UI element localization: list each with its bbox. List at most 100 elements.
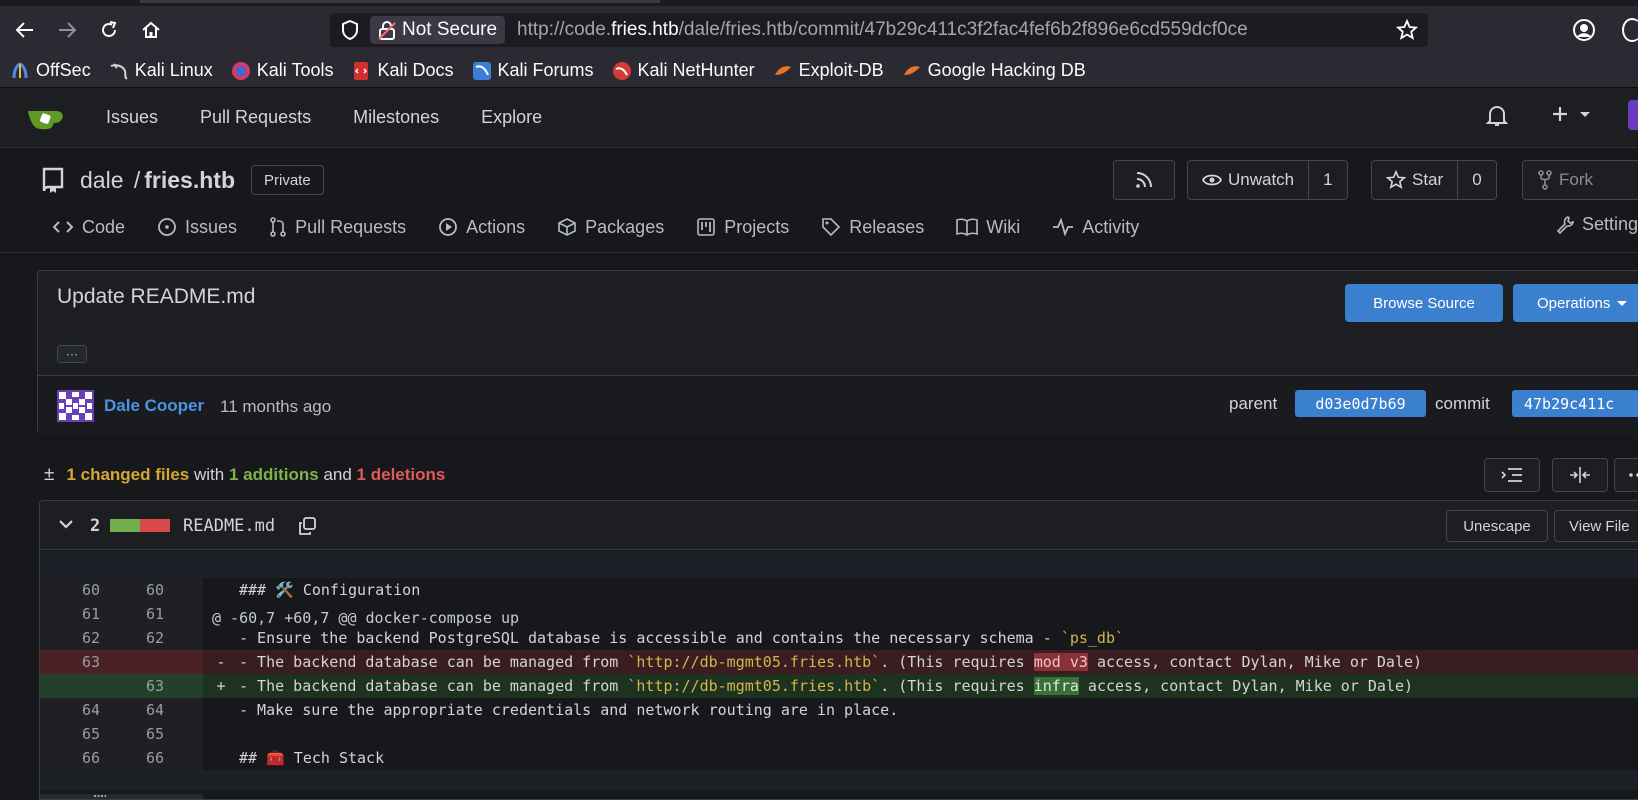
- tab-activity[interactable]: Activity: [1052, 217, 1139, 238]
- kali-tools-icon: [231, 61, 251, 81]
- book-icon: [956, 218, 979, 236]
- expand-down-button[interactable]: [40, 794, 203, 799]
- toggle-file-tree-button[interactable]: [1484, 458, 1540, 492]
- star-count[interactable]: 0: [1457, 161, 1495, 199]
- new-line-number[interactable]: 61: [136, 602, 200, 626]
- bookmark-kali-docs[interactable]: Kali Docs: [351, 60, 454, 81]
- gitea-logo-icon[interactable]: [26, 105, 66, 131]
- nav-issues[interactable]: Issues: [106, 107, 158, 128]
- changed-files-count[interactable]: 1 changed files: [66, 465, 189, 485]
- new-line-number[interactable]: 66: [136, 746, 200, 770]
- commit-label: commit: [1435, 394, 1490, 413]
- bookmark-kali-tools[interactable]: Kali Tools: [231, 60, 333, 81]
- more-options-button[interactable]: [1614, 458, 1638, 492]
- new-line-number[interactable]: 60: [136, 578, 200, 602]
- word-highlight: mod v3: [1033, 653, 1088, 671]
- bookmark-star-icon[interactable]: [1396, 19, 1418, 41]
- diff-file-header: 2 README.md Unescape View File: [40, 501, 1638, 550]
- tab-code[interactable]: Code: [52, 217, 125, 238]
- url-bar[interactable]: Not Secure http://code.fries.htb/dale/fr…: [330, 13, 1428, 47]
- browse-source-button[interactable]: Browse Source: [1345, 284, 1503, 322]
- tab-projects[interactable]: Projects: [696, 217, 789, 238]
- caret-down-icon: [1617, 301, 1628, 306]
- repo-icon: [40, 166, 66, 194]
- fork-button[interactable]: Fork: [1523, 161, 1607, 199]
- old-line-number[interactable]: 60: [40, 578, 136, 602]
- bookmark-exploit-db[interactable]: Exploit-DB: [773, 60, 884, 81]
- not-secure-badge[interactable]: Not Secure: [370, 16, 506, 44]
- bookmark-kali-forums[interactable]: Kali Forums: [472, 60, 594, 81]
- old-line-number[interactable]: 63: [40, 650, 136, 674]
- author-link[interactable]: Dale Cooper: [104, 396, 204, 416]
- watch-count[interactable]: 1: [1308, 161, 1346, 199]
- diff-context-line: 64 64 - Make sure the appropriate credenti…: [40, 698, 1638, 722]
- create-new-menu[interactable]: [1550, 104, 1592, 124]
- code-text: - The backend database can be managed fr…: [239, 677, 1414, 695]
- new-line-number[interactable]: 64: [136, 698, 200, 722]
- split-view-button[interactable]: [1552, 458, 1608, 492]
- extensions-icon[interactable]: [1622, 18, 1638, 42]
- bookmark-kali-linux[interactable]: Kali Linux: [109, 60, 213, 81]
- repo-name-link[interactable]: fries.htb: [144, 167, 235, 193]
- new-line-number[interactable]: 62: [136, 626, 200, 650]
- commit-sha-link[interactable]: 47b29c411c: [1512, 390, 1638, 417]
- play-icon: [439, 218, 458, 236]
- view-file-button[interactable]: View File: [1554, 510, 1638, 542]
- nav-milestones[interactable]: Milestones: [353, 107, 439, 128]
- kali-forums-icon: [472, 61, 492, 81]
- old-line-number[interactable]: 64: [40, 698, 136, 722]
- nav-explore[interactable]: Explore: [481, 107, 542, 128]
- bookmark-offsec[interactable]: OffSec: [10, 60, 91, 81]
- tab-actions[interactable]: Actions: [438, 217, 525, 238]
- code-string: `http://db-mgmt05.fries.htb`: [627, 653, 881, 671]
- old-line-number[interactable]: 66: [40, 746, 136, 770]
- forward-arrow-icon[interactable]: [50, 13, 84, 47]
- code-string: `ps_db`: [1060, 629, 1125, 647]
- commit-time: 11 months ago: [220, 397, 332, 416]
- tab-wiki[interactable]: Wiki: [956, 217, 1020, 238]
- additions-count: 1 additions: [228, 465, 319, 484]
- diff-file-name[interactable]: README.md: [183, 516, 275, 536]
- url-text[interactable]: http://code.fries.htb/dale/fries.htb/com…: [517, 19, 1248, 41]
- user-avatar[interactable]: [1628, 100, 1638, 130]
- tab-issues[interactable]: Issues: [157, 217, 237, 238]
- bell-icon[interactable]: [1486, 104, 1508, 128]
- tab-pull-requests[interactable]: Pull Requests: [269, 217, 406, 238]
- author-avatar[interactable]: [57, 390, 94, 422]
- tool-icon: [1556, 215, 1574, 234]
- kali-nethunter-icon: [612, 61, 632, 81]
- hunk-header-row: @ -60,7 +60,7 @@ docker-compose up: [40, 551, 1638, 627]
- back-arrow-icon[interactable]: [8, 13, 42, 47]
- tab-settings[interactable]: Settings: [1556, 214, 1638, 235]
- diff-table: @ -60,7 +60,7 @@ docker-compose up 60 60 #…: [40, 551, 1638, 799]
- word-highlight: infra: [1033, 677, 1079, 695]
- copy-icon[interactable]: [297, 516, 317, 536]
- unwatch-button[interactable]: Unwatch: [1188, 161, 1308, 199]
- reload-icon[interactable]: [92, 13, 126, 47]
- shield-icon[interactable]: [340, 19, 360, 41]
- diff-context-line: 65 65: [40, 722, 1638, 746]
- new-line-number[interactable]: 65: [136, 722, 200, 746]
- tab-packages[interactable]: Packages: [557, 217, 664, 238]
- bookmark-google-hacking-db[interactable]: Google Hacking DB: [902, 60, 1086, 81]
- fork-button-group: Fork: [1522, 160, 1638, 200]
- diff-sign: +: [216, 677, 226, 695]
- rss-feed-button[interactable]: [1113, 160, 1175, 200]
- new-line-number[interactable]: 63: [136, 674, 200, 698]
- expand-commit-message-button[interactable]: ···: [57, 345, 87, 363]
- old-line-number[interactable]: 65: [40, 722, 136, 746]
- old-line-number[interactable]: 62: [40, 626, 136, 650]
- repo-owner-link[interactable]: dale: [80, 167, 123, 193]
- operations-dropdown[interactable]: Operations: [1513, 284, 1638, 322]
- home-icon[interactable]: [134, 13, 168, 47]
- account-icon[interactable]: [1572, 18, 1596, 42]
- bookmark-kali-nethunter[interactable]: Kali NetHunter: [612, 60, 755, 81]
- nav-pull-requests[interactable]: Pull Requests: [200, 107, 311, 128]
- unescape-button[interactable]: Unescape: [1446, 510, 1548, 542]
- tab-releases[interactable]: Releases: [821, 217, 924, 238]
- chevron-down-icon[interactable]: [58, 518, 74, 530]
- project-board-icon: [697, 218, 716, 236]
- old-line-number[interactable]: 61: [40, 602, 136, 626]
- parent-sha-link[interactable]: d03e0d7b69: [1295, 390, 1426, 417]
- star-button[interactable]: Star: [1372, 161, 1457, 199]
